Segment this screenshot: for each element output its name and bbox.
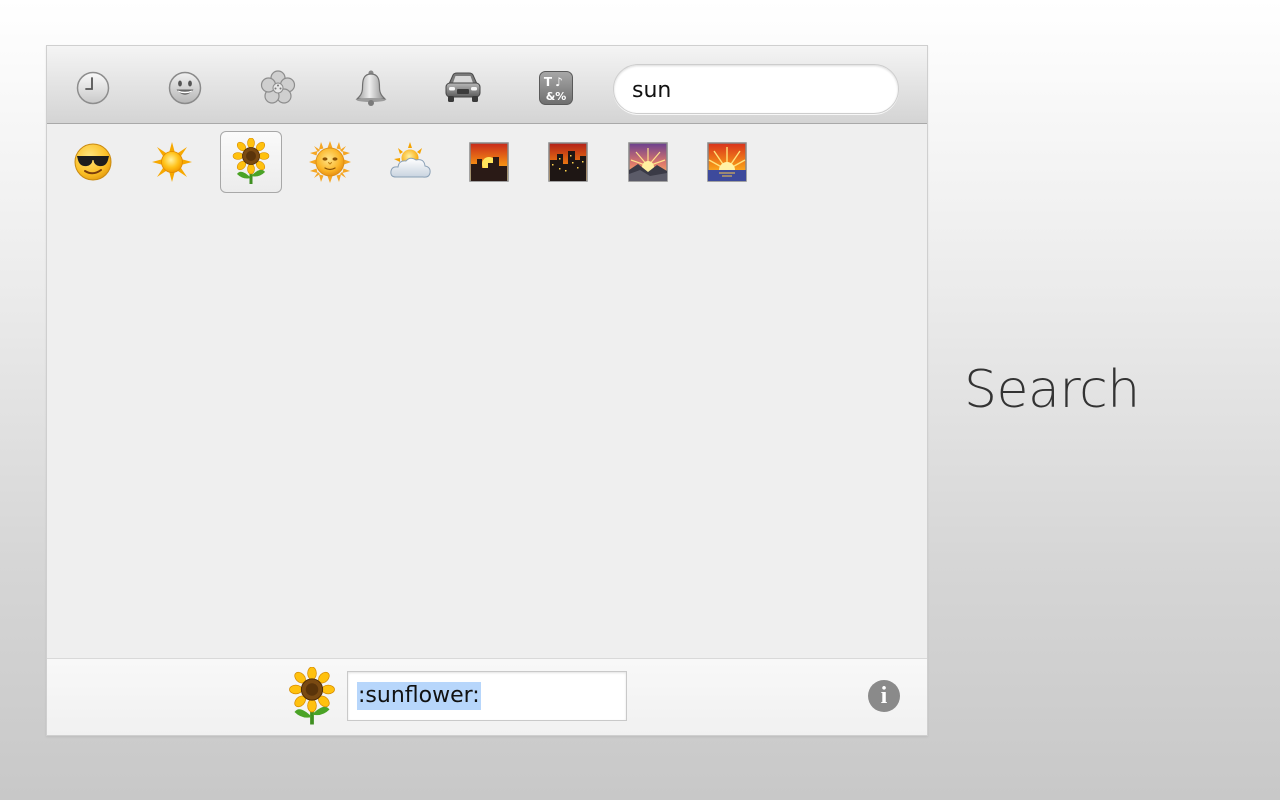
tab-symbols[interactable]: T ♪ &% — [536, 68, 576, 108]
sunglasses-face-emoji — [74, 143, 112, 181]
flower-icon — [260, 70, 296, 104]
emoji-sunrise-over-mountains[interactable] — [617, 131, 679, 193]
smiley-icon — [168, 71, 202, 105]
shortcode-text[interactable]: :sunflower: — [357, 682, 481, 710]
emoji-sun-face[interactable] — [299, 131, 361, 193]
sunflower-emoji — [232, 138, 270, 184]
selected-emoji-preview — [285, 666, 339, 727]
city-sunset-emoji — [469, 142, 509, 182]
emoji-sunflower[interactable] — [220, 131, 282, 193]
emoji-sun-behind-cloud[interactable] — [379, 131, 441, 193]
feature-caption: Search — [964, 360, 1140, 420]
emoji-picker-window: T ♪ &% sun:sunflower: i — [46, 45, 928, 736]
tab-nature[interactable] — [258, 68, 298, 108]
footer-bar: :sunflower: i — [47, 658, 927, 735]
bell-icon — [355, 70, 387, 106]
svg-text:♪: ♪ — [555, 75, 563, 89]
emoji-sunglasses-face[interactable] — [62, 131, 124, 193]
car-icon — [445, 72, 481, 102]
toolbar: T ♪ &% — [47, 46, 927, 124]
emoji-results-grid — [47, 124, 927, 658]
tab-places[interactable] — [443, 68, 483, 108]
search-input[interactable] — [630, 75, 884, 105]
sun-behind-cloud-emoji — [390, 142, 431, 178]
tab-objects[interactable] — [351, 68, 391, 108]
sunrise-over-mountains-emoji — [628, 142, 668, 182]
shortcode-field[interactable]: :sunflower: — [347, 671, 627, 721]
tab-people[interactable] — [165, 68, 205, 108]
city-dusk-emoji — [548, 142, 588, 182]
emoji-sunrise[interactable] — [696, 131, 758, 193]
info-icon[interactable]: i — [868, 680, 900, 712]
search-field[interactable] — [613, 64, 899, 114]
emoji-sun[interactable] — [141, 131, 203, 193]
symbols-icon: T ♪ &% — [539, 71, 573, 105]
emoji-city-sunset[interactable] — [458, 131, 520, 193]
svg-text:T: T — [544, 75, 553, 89]
sun-emoji — [152, 142, 192, 182]
svg-text:&%: &% — [546, 90, 567, 103]
sunrise-emoji — [707, 142, 747, 182]
clock-icon — [76, 71, 110, 105]
sun-face-emoji — [309, 141, 351, 183]
sunflower-emoji — [289, 666, 335, 725]
emoji-city-dusk[interactable] — [537, 131, 599, 193]
tab-recent[interactable] — [73, 68, 113, 108]
